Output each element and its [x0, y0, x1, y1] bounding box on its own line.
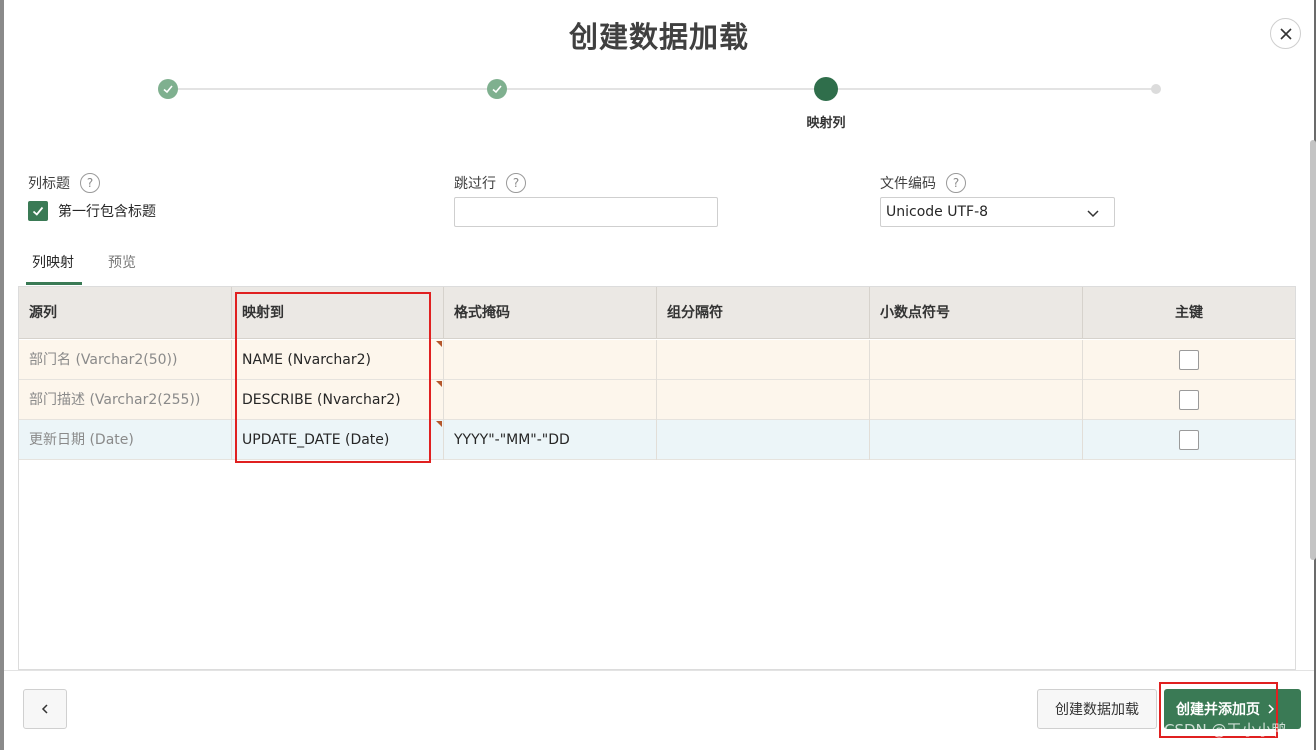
map-to-cell[interactable]: NAME (Nvarchar2): [232, 340, 444, 380]
first-row-header-option[interactable]: 第一行包含标题: [28, 201, 156, 221]
grid-header: 源列 映射到 格式掩码 组分隔符 小数点符号 主键: [19, 287, 1295, 339]
table-row: 更新日期 (Date) UPDATE_DATE (Date) YYYY"-"MM…: [19, 420, 1295, 460]
map-to-cell[interactable]: DESCRIBE (Nvarchar2): [232, 380, 444, 420]
skip-rows-input[interactable]: [454, 197, 718, 227]
wizard-step-4-pending: [1151, 84, 1161, 94]
map-to-cell[interactable]: UPDATE_DATE (Date): [232, 420, 444, 460]
header-primary-key[interactable]: 主键: [1083, 287, 1295, 339]
previous-button[interactable]: [23, 689, 67, 729]
decimal-character-cell[interactable]: [870, 420, 1083, 460]
decimal-character-cell[interactable]: [870, 380, 1083, 420]
format-mask-cell[interactable]: [444, 380, 657, 420]
wizard-progress-track: [168, 88, 1158, 90]
header-format-mask[interactable]: 格式掩码: [444, 287, 657, 339]
file-encoding-value: Unicode UTF-8: [886, 204, 989, 220]
group-separator-cell[interactable]: [657, 420, 870, 460]
dialog-title: 创建数据加载: [568, 20, 749, 54]
primary-key-cell: [1083, 380, 1295, 420]
table-row: 部门描述 (Varchar2(255)) DESCRIBE (Nvarchar2…: [19, 380, 1295, 420]
changed-indicator: [436, 381, 442, 387]
format-mask-cell[interactable]: [444, 340, 657, 380]
tab-column-mapping[interactable]: 列映射: [26, 252, 82, 285]
wizard-current-step-label: 映射列: [806, 116, 846, 131]
help-icon[interactable]: ?: [80, 173, 100, 193]
changed-indicator: [436, 421, 442, 427]
header-decimal-character[interactable]: 小数点符号: [870, 287, 1083, 339]
check-icon: [163, 85, 173, 94]
close-icon: [1279, 27, 1292, 40]
source-column-cell: 更新日期 (Date): [19, 420, 232, 460]
watermark-text: CSDN @王小小鸭: [1164, 721, 1287, 739]
primary-key-checkbox[interactable]: [1179, 350, 1199, 370]
group-separator-cell[interactable]: [657, 340, 870, 380]
wizard-step-1-done: [158, 79, 178, 99]
skip-rows-label: 跳过行 ?: [454, 173, 526, 193]
chevron-down-icon: [1087, 210, 1099, 218]
help-icon[interactable]: ?: [946, 173, 966, 193]
decimal-character-cell[interactable]: [870, 340, 1083, 380]
tab-preview[interactable]: 预览: [108, 252, 136, 282]
primary-key-checkbox[interactable]: [1179, 390, 1199, 410]
create-data-load-dialog: 创建数据加载 映射列 列标题 ? 第一行包含标题 跳过行 ? 文件编码 ? Un…: [4, 0, 1316, 750]
first-row-header-checkbox[interactable]: [28, 201, 48, 221]
file-encoding-select[interactable]: Unicode UTF-8: [880, 197, 1115, 227]
chevron-left-icon: [41, 704, 48, 714]
changed-indicator: [436, 341, 442, 347]
primary-key-cell: [1083, 340, 1295, 380]
dialog-scrollbar[interactable]: [1310, 140, 1316, 560]
table-row: 部门名 (Varchar2(50)) NAME (Nvarchar2): [19, 340, 1295, 380]
primary-key-checkbox[interactable]: [1179, 430, 1199, 450]
help-icon[interactable]: ?: [506, 173, 526, 193]
primary-key-cell: [1083, 420, 1295, 460]
header-map-to[interactable]: 映射到: [232, 287, 444, 339]
check-icon: [492, 85, 502, 94]
file-encoding-label: 文件编码 ?: [880, 173, 966, 193]
first-row-header-label: 第一行包含标题: [58, 204, 156, 220]
chevron-right-icon: [1268, 704, 1275, 714]
wizard-step-2-done: [487, 79, 507, 99]
header-group-separator[interactable]: 组分隔符: [657, 287, 870, 339]
column-mapping-grid: 源列 映射到 格式掩码 组分隔符 小数点符号 主键 部门名 (Varchar2(…: [18, 286, 1296, 670]
source-column-cell: 部门名 (Varchar2(50)): [19, 340, 232, 380]
create-data-load-button[interactable]: 创建数据加载: [1037, 689, 1157, 729]
header-source-column[interactable]: 源列: [19, 287, 232, 339]
group-separator-cell[interactable]: [657, 380, 870, 420]
close-button[interactable]: [1270, 18, 1301, 49]
column-title-label: 列标题 ?: [28, 173, 100, 193]
format-mask-cell[interactable]: YYYY"-"MM"-"DD: [444, 420, 657, 460]
check-icon: [32, 206, 44, 216]
source-column-cell: 部门描述 (Varchar2(255)): [19, 380, 232, 420]
wizard-step-3-current: [814, 77, 838, 101]
